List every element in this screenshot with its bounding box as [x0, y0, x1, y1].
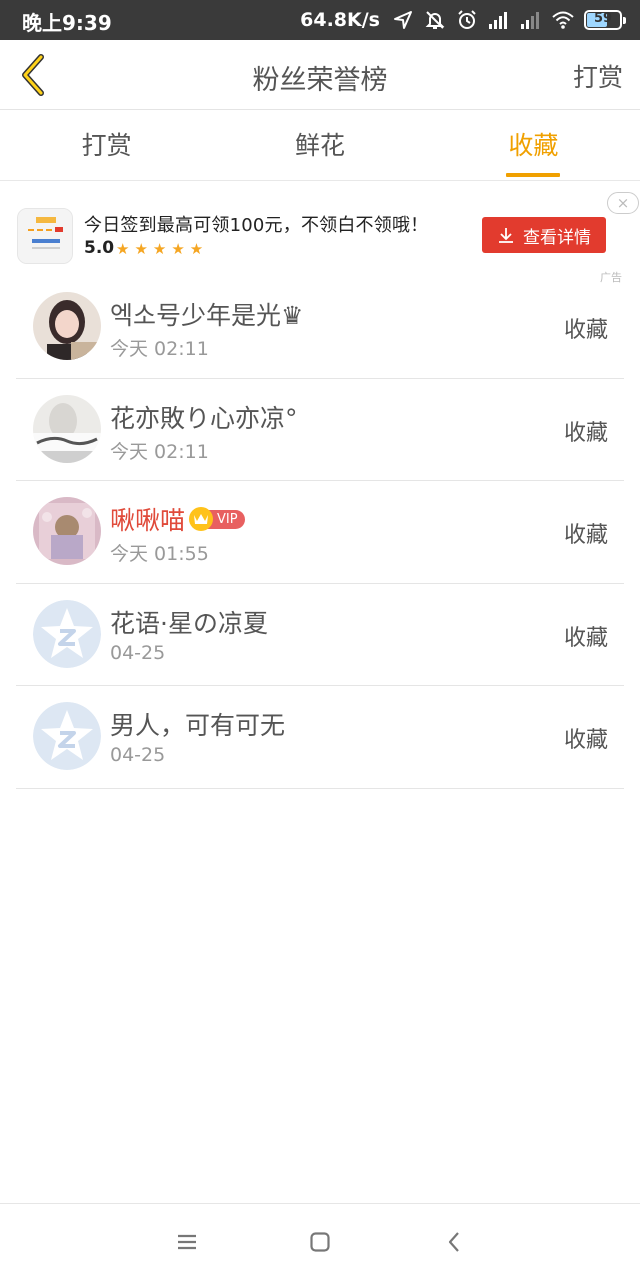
star-rating-icons: ★★★★★: [116, 240, 209, 258]
favorite-time: 今天 02:11: [110, 440, 209, 463]
vip-badge: VIP: [189, 507, 245, 531]
avatar-placeholder-icon: [33, 599, 101, 668]
list-item[interactable]: 花亦敗り心亦凉° 今天 02:11 收藏: [16, 379, 624, 481]
header: 粉丝荣誉榜 打赏: [0, 40, 640, 110]
favorite-time: 今天 01:55: [110, 543, 209, 565]
list-item[interactable]: 男人，可有可无 04-25 收藏: [16, 686, 624, 789]
back-arrow-icon: [448, 1232, 459, 1252]
favorite-time: 04-25: [110, 744, 166, 766]
item-action-label: 收藏: [563, 625, 608, 651]
view-details-button[interactable]: 查看详情: [482, 217, 606, 253]
alarm-icon: [458, 10, 476, 29]
menu-icon: [178, 1234, 196, 1250]
list-item[interactable]: 啾啾喵 VIP 今天 01:55 收藏: [16, 481, 624, 584]
battery-icon: 59: [584, 10, 626, 30]
crown-icon: [189, 507, 214, 531]
ad-close-button[interactable]: ×: [607, 192, 639, 214]
mute-icon: [425, 11, 445, 29]
back-nav-button[interactable]: [440, 1228, 468, 1256]
avatar-placeholder-icon: [33, 702, 101, 770]
page-title: 粉丝荣誉榜: [252, 65, 388, 96]
favorite-time: 04-25: [110, 641, 166, 664]
battery-level: 59: [593, 11, 613, 26]
status-bar: 晚上9:39 64.8K/s 59: [0, 0, 640, 40]
tab-bar: 打赏 鲜花 收藏: [0, 111, 640, 181]
tab-flowers[interactable]: 鲜花: [213, 111, 426, 180]
avatar: [33, 497, 101, 565]
download-icon: [499, 228, 513, 243]
tab-favorites[interactable]: 收藏: [427, 111, 640, 180]
system-nav-bar: [0, 1203, 640, 1280]
signal-icon: [489, 12, 507, 29]
home-square-icon: [310, 1232, 330, 1252]
favorite-time: 今天 02:11: [110, 338, 209, 360]
home-button[interactable]: [306, 1228, 334, 1256]
avatar: [33, 292, 101, 360]
list-item[interactable]: 엑소号少年是光♛ 今天 02:11 收藏: [16, 276, 624, 379]
item-action-label: 收藏: [563, 523, 608, 548]
fans-list: 엑소号少年是光♛ 今天 02:11 收藏 花亦敗り心亦凉° 今天 02:11 收…: [0, 276, 640, 789]
item-action-label: 收藏: [563, 728, 608, 753]
item-action-label: 收藏: [563, 420, 608, 446]
ad-app-icon: [17, 208, 73, 264]
signal-icon-2: [521, 12, 539, 29]
ad-rating: 5.0: [84, 238, 115, 258]
user-name: 엑소号少年是光♛: [110, 301, 304, 330]
active-tab-indicator: [506, 173, 561, 177]
status-icons: 64.8K/s 59: [300, 6, 626, 34]
ad-text: 今日签到最高可领100元，不领白不领哦！: [84, 215, 429, 236]
status-time: 晚上9:39: [22, 11, 112, 35]
reward-button[interactable]: 打赏: [573, 58, 623, 94]
wifi-icon: [552, 11, 574, 29]
user-name: 男人，可有可无: [110, 711, 286, 740]
menu-button[interactable]: [173, 1228, 201, 1256]
user-name-vip: 啾啾喵 VIP: [110, 501, 245, 537]
item-action-label: 收藏: [563, 318, 608, 343]
network-speed: 64.8K/s: [300, 9, 380, 31]
location-icon: [394, 11, 412, 29]
user-name: 花亦敗り心亦凉°: [110, 403, 298, 433]
avatar: [33, 394, 101, 463]
tab-reward[interactable]: 打赏: [0, 111, 213, 180]
list-item[interactable]: 花语·星の凉夏 04-25 收藏: [16, 584, 624, 686]
user-name: 花语·星の凉夏: [110, 608, 268, 638]
